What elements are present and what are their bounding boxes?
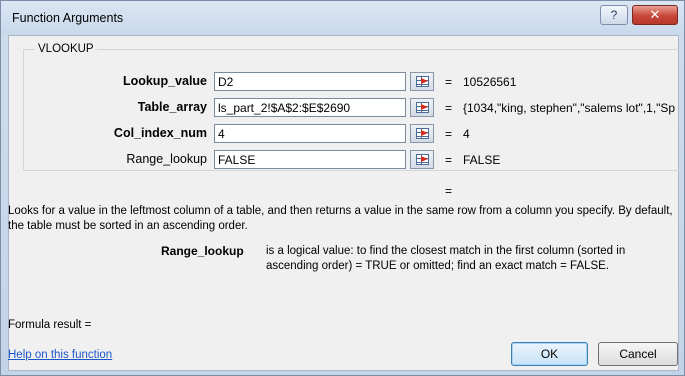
equals-sign: = [445,127,453,141]
function-arguments-dialog: Function Arguments ? ✕ VLOOKUP Lookup_va… [0,0,685,376]
dialog-title: Function Arguments [12,11,124,25]
range-lookup-result: FALSE [463,153,501,167]
help-on-this-function-link[interactable]: Help on this function [8,349,112,361]
lookup-value-input[interactable]: D2 [214,72,406,91]
lookup-value-label: Lookup_value [122,74,207,88]
title-bar[interactable]: Function Arguments ? ✕ [1,1,684,35]
lookup-value-collapse-button[interactable] [410,72,434,91]
table-array-result: {1034,"king, stephen","salems lot",1,"Sp [463,101,676,115]
equals-sign: = [445,153,453,167]
col-index-num-label: Col_index_num [113,126,207,140]
argument-help-text: is a logical value: to find the closest … [266,245,626,272]
range-lookup-input[interactable]: FALSE [214,150,406,169]
close-icon: ✕ [649,7,661,22]
col-index-num-collapse-button[interactable] [410,124,434,143]
range-lookup-collapse-button[interactable] [410,150,434,169]
equals-sign: = [445,75,453,89]
col-index-num-input[interactable]: 4 [214,124,406,143]
question-mark-icon: ? [610,8,618,22]
ok-button[interactable]: OK [511,342,588,366]
function-result-equals: = [445,184,453,198]
table-array-label: Table_array [137,100,207,114]
table-array-input[interactable]: ls_part_2!$A$2:$E$2690 [214,98,406,117]
formula-result: Formula result = [8,319,92,331]
lookup-value-result: 10526561 [463,75,517,89]
help-button[interactable]: ? [600,5,628,25]
function-name-label: VLOOKUP [35,43,97,55]
close-button[interactable]: ✕ [632,5,678,25]
table-array-collapse-button[interactable] [410,98,434,117]
function-description: Looks for a value in the leftmost column… [8,205,673,232]
equals-sign: = [445,101,453,115]
argument-help-label: Range_lookup [161,244,244,258]
cancel-button[interactable]: Cancel [598,342,678,366]
range-lookup-label: Range_lookup [126,152,207,166]
col-index-num-result: 4 [463,127,470,141]
